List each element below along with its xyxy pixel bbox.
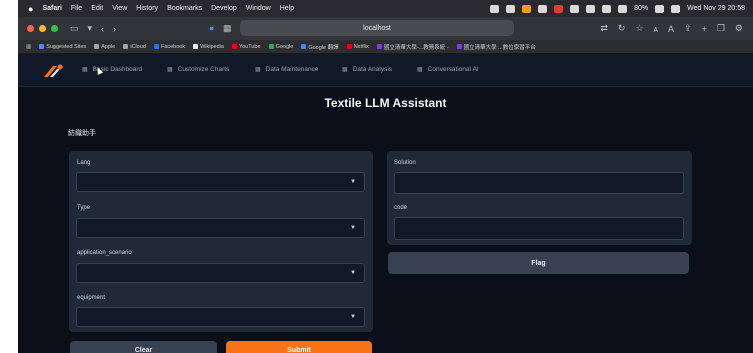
- equipment-dropdown[interactable]: ▼: [76, 307, 365, 327]
- menu-help[interactable]: Help: [280, 5, 294, 12]
- bookmark-item[interactable]: YouTube: [231, 44, 261, 50]
- menubar-clock[interactable]: Wed Nov 29 20:58: [687, 5, 745, 12]
- type-label: Type: [77, 205, 91, 211]
- bookmark-item[interactable]: Google: [268, 44, 293, 50]
- clear-button[interactable]: Clear: [70, 341, 217, 353]
- bookmark-item[interactable]: Facebook: [153, 44, 185, 50]
- battery-percent[interactable]: 80%: [634, 5, 648, 12]
- type-dropdown[interactable]: ▼: [76, 218, 365, 238]
- bookmark-item[interactable]: 國立清華大學-...教務系統 -: [376, 43, 449, 51]
- new-tab-icon[interactable]: +: [702, 24, 707, 34]
- text-smaller-icon[interactable]: ᴀ: [654, 24, 658, 34]
- chevron-down-icon: ▼: [350, 270, 356, 276]
- nav-basic-dashboard[interactable]: ▦ Basic Dashboard: [82, 66, 142, 73]
- wifi-icon[interactable]: [618, 4, 628, 13]
- menu-view[interactable]: View: [112, 5, 127, 12]
- menu-file[interactable]: File: [71, 5, 82, 12]
- bookmark-star-icon[interactable]: ☆: [635, 23, 643, 34]
- privacy-shield-icon[interactable]: ●: [209, 23, 214, 33]
- settings-icon[interactable]: ⚙: [735, 23, 743, 34]
- back-icon[interactable]: ‹: [101, 24, 104, 34]
- bookmark-item[interactable]: Google 翻譯: [301, 43, 339, 51]
- screen: ● Safari File Edit View History Bookmark…: [18, 0, 753, 353]
- nav-data-maintenance[interactable]: ▦ Data Maintenance: [255, 66, 318, 73]
- status-icon[interactable]: [538, 4, 548, 13]
- status-icon[interactable]: [522, 4, 532, 13]
- menu-develop[interactable]: Develop: [211, 5, 237, 12]
- grid-icon: ▦: [167, 67, 173, 73]
- grid-icon: ▦: [255, 67, 261, 73]
- solution-label: Solution: [394, 160, 416, 166]
- browser-toolbar: ▭ ▾ ‹ › ● ▦ localhost ⇄ ↻ ☆ ᴀ A ⇪ + ❐ ⚙: [18, 17, 753, 40]
- tabs-icon[interactable]: ❐: [717, 23, 725, 34]
- sidebar-icon[interactable]: ▥: [26, 44, 31, 50]
- menu-app-name[interactable]: Safari: [42, 5, 61, 12]
- macos-menubar: ● Safari File Edit View History Bookmark…: [18, 0, 753, 17]
- code-label: code: [394, 205, 408, 211]
- status-icon[interactable]: [506, 4, 516, 13]
- app-logo-icon[interactable]: [44, 64, 64, 77]
- grid-icon: ▦: [417, 67, 423, 73]
- address-bar[interactable]: localhost: [240, 20, 514, 36]
- page-title: Textile LLM Assistant: [324, 96, 447, 110]
- control-center-icon[interactable]: [671, 4, 681, 13]
- status-icon[interactable]: [570, 4, 580, 13]
- application-scenario-label: application_scenario: [77, 250, 132, 256]
- menu-history[interactable]: History: [136, 5, 158, 12]
- status-icon[interactable]: [554, 4, 564, 13]
- bookmark-item[interactable]: Netflix: [346, 44, 369, 50]
- address-url: localhost: [363, 24, 391, 32]
- bookmark-item[interactable]: 國立清華大學 ...數位學習平台: [456, 43, 536, 51]
- chevron-down-icon: ▼: [350, 179, 356, 185]
- share-icon[interactable]: ⇪: [684, 23, 692, 34]
- reload-icon[interactable]: ↻: [618, 23, 626, 34]
- output-panel: Solution code: [387, 151, 692, 245]
- battery-icon[interactable]: [655, 4, 665, 13]
- app-navbar: ▦ Basic Dashboard ▦ Customize Charts ▦ Data…: [18, 54, 753, 87]
- text-larger-icon[interactable]: A: [668, 24, 674, 34]
- nav-data-analysis[interactable]: ▦ Data Analysis: [342, 66, 392, 73]
- grid-icon: ▦: [82, 67, 88, 73]
- translate-icon[interactable]: ⇄: [600, 23, 608, 34]
- status-icon[interactable]: [586, 4, 596, 13]
- code-textbox[interactable]: [394, 217, 684, 240]
- equipment-label: equipment: [77, 295, 106, 301]
- bookmark-item[interactable]: Suggested Sites: [39, 44, 86, 50]
- forward-icon[interactable]: ›: [113, 24, 116, 34]
- sidebar-toggle-icon[interactable]: ▭: [70, 23, 79, 34]
- flag-button[interactable]: Flag: [388, 252, 689, 274]
- nav-customize-charts[interactable]: ▦ Customize Charts: [167, 66, 229, 73]
- zoom-window-icon[interactable]: [51, 25, 58, 32]
- chevron-down-icon[interactable]: ▾: [88, 23, 93, 34]
- submit-button[interactable]: Submit: [226, 341, 372, 353]
- chevron-down-icon: ▼: [350, 225, 356, 231]
- bookmark-item[interactable]: iCloud: [123, 44, 146, 50]
- bookmark-item[interactable]: Apple: [94, 44, 115, 50]
- minimize-window-icon[interactable]: [39, 25, 46, 32]
- grid-icon: ▦: [342, 67, 348, 73]
- status-icon[interactable]: [602, 4, 612, 13]
- tab-overview-icon[interactable]: ▦: [223, 23, 232, 34]
- chevron-down-icon: ▼: [350, 314, 356, 320]
- toolbar-right-icons: ⇄ ↻ ☆ ᴀ A ⇪ + ❐ ⚙: [600, 17, 743, 40]
- solution-textbox[interactable]: [394, 172, 684, 194]
- lang-dropdown[interactable]: ▼: [76, 172, 365, 192]
- menu-bookmarks[interactable]: Bookmarks: [167, 5, 202, 12]
- bookmarks-bar: ▥ Suggested Sites Apple iCloud Facebook …: [18, 40, 753, 54]
- menu-edit[interactable]: Edit: [91, 5, 103, 12]
- input-panel: Lang ▼ Type ▼ application_scenario ▼ equ…: [69, 151, 373, 332]
- menubar-status-area: 80% Wed Nov 29 20:58: [490, 0, 745, 17]
- close-window-icon[interactable]: [27, 25, 34, 32]
- nav-conversational-ai[interactable]: ▦ Conversational AI: [417, 66, 479, 73]
- lang-label: Lang: [77, 160, 91, 166]
- menu-window[interactable]: Window: [246, 5, 271, 12]
- status-icon[interactable]: [490, 4, 500, 13]
- apple-icon[interactable]: ●: [28, 4, 33, 14]
- bookmark-item[interactable]: Wikipedia: [193, 44, 224, 50]
- application-scenario-dropdown[interactable]: ▼: [76, 263, 365, 283]
- page-subtitle: 紡織助手: [68, 130, 96, 137]
